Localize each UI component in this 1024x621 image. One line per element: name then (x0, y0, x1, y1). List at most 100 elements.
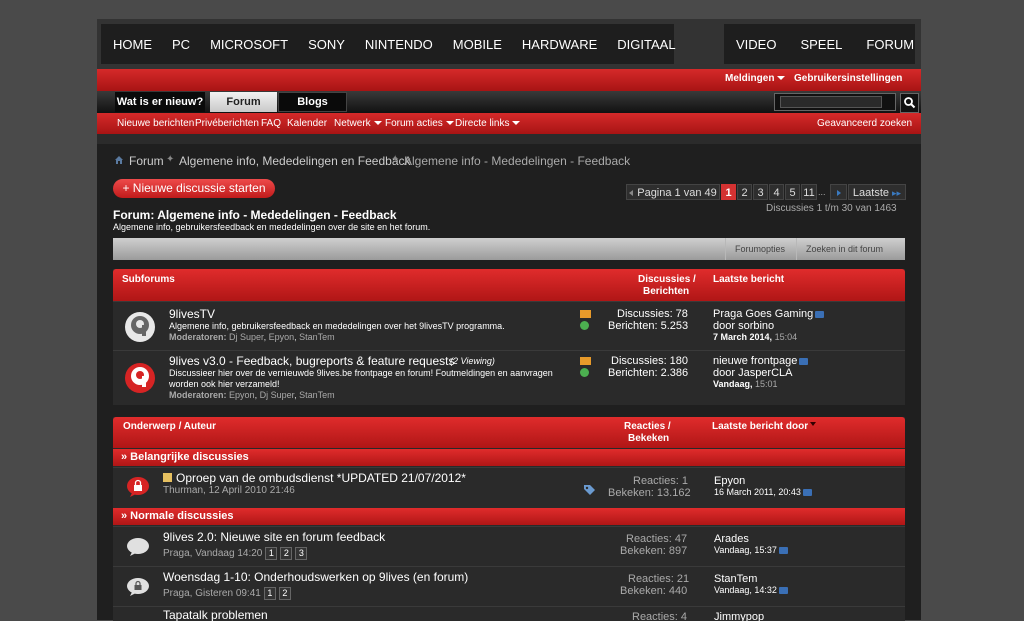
thread-row: Oproep van de ombudsdienst *UPDATED 21/0… (113, 467, 905, 506)
nav-speel[interactable]: SPEEL (788, 37, 854, 52)
breadcrumb-category[interactable]: Algemene info, Mededelingen en Feedback (179, 154, 411, 168)
nav-sony[interactable]: SONY (296, 37, 353, 52)
menu-forum-actions[interactable]: Forum acties (385, 118, 454, 129)
subforum-title-link[interactable]: 9lives v3.0 - Feedback, bugreports & fea… (169, 354, 455, 368)
subforum-row: 9lives v3.0 - Feedback, bugreports & fea… (113, 350, 905, 405)
forum-sub-nav: Nieuwe berichten Privéberichten FAQ Kale… (97, 113, 921, 134)
link-advanced-search[interactable]: Geavanceerd zoeken (817, 118, 912, 129)
settings-link[interactable]: Gebruikersinstellingen (794, 73, 902, 84)
thread-title-link[interactable]: Tapatalk problemen (163, 608, 268, 621)
thread-page-link[interactable]: 1 (265, 547, 278, 560)
link-calendar[interactable]: Kalender (287, 118, 327, 129)
thread-page-link[interactable]: 3 (295, 547, 308, 560)
subforum-row: 9livesTV Algemene info, gebruikersfeedba… (113, 301, 905, 350)
link-faq[interactable]: FAQ (261, 118, 281, 129)
nav-video[interactable]: VIDEO (724, 37, 788, 52)
rss-icon[interactable] (580, 310, 591, 318)
tab-whats-new[interactable]: Wat is er nieuw? (115, 92, 205, 112)
last-post-user[interactable]: Arades (714, 533, 749, 545)
last-post-user[interactable]: StanTem (714, 573, 757, 585)
subforum-title-link[interactable]: 9livesTV (169, 307, 215, 321)
thread-title-link[interactable]: Woensdag 1-10: Onderhoudswerken op 9live… (163, 570, 468, 584)
nav-hardware[interactable]: HARDWARE (510, 37, 605, 52)
col-last-post-by-label: Laatste bericht door (712, 421, 809, 432)
nav-microsoft[interactable]: MICROSOFT (198, 37, 296, 52)
new-thread-button[interactable]: + Nieuwe discussie starten (113, 179, 275, 198)
subscribe-status-icon[interactable] (580, 368, 589, 377)
search-forum-button[interactable]: Zoeken in dit forum (806, 244, 883, 254)
breadcrumb-separator-icon: ✦ (391, 154, 400, 165)
last-post-time: 15:01 (755, 379, 778, 389)
page-last-button[interactable]: Laatste ▸▸ (848, 184, 906, 200)
page-3[interactable]: 3 (753, 184, 768, 200)
last-post-title[interactable]: Praga Goes Gaming (713, 308, 825, 320)
caret-down-icon (512, 121, 521, 126)
page-4[interactable]: 4 (769, 184, 784, 200)
page-2[interactable]: 2 (737, 184, 752, 200)
caret-down-icon (777, 76, 786, 81)
tab-forum[interactable]: Forum (210, 92, 277, 112)
go-to-post-icon[interactable] (778, 547, 788, 555)
col-topic-author[interactable]: Onderwerp / Auteur (123, 421, 216, 432)
subforums-table: Subforums Discussies / Berichten Laatste… (113, 269, 905, 405)
content-panel: Forum ✦ Algemene info, Mededelingen en F… (97, 144, 921, 621)
last-post-date: Vandaag, 15:37 (714, 545, 788, 555)
last-post-day: 7 March 2014, (713, 332, 773, 342)
moderator-link[interactable]: Epyon (229, 390, 255, 400)
col-replies[interactable]: Reacties / (624, 421, 671, 432)
nav-home[interactable]: HOME (101, 37, 160, 52)
caret-down-icon (445, 121, 454, 126)
thread-meta-text: Praga, Vandaag 14:20 (163, 548, 263, 559)
link-new-posts[interactable]: Nieuwe berichten (117, 118, 194, 129)
subscribe-status-icon[interactable] (580, 321, 589, 330)
thread-page-link[interactable]: 2 (280, 547, 293, 560)
col-last-post-by[interactable]: Laatste bericht door (712, 421, 817, 432)
page-1[interactable]: 1 (721, 184, 736, 200)
go-to-post-icon[interactable] (799, 357, 809, 365)
tag-icon[interactable] (583, 484, 596, 495)
page-11[interactable]: 11 (801, 184, 817, 200)
rss-icon[interactable] (580, 357, 591, 365)
page-5[interactable]: 5 (785, 184, 800, 200)
moderator-link[interactable]: StanTem (299, 332, 335, 342)
thread-replies: Reacties: 21 (628, 573, 690, 585)
last-post-user[interactable]: Epyon (714, 475, 745, 487)
search-box (774, 93, 896, 111)
search-input[interactable] (780, 96, 882, 108)
subforum-discussions: Discussies: 78 (617, 308, 688, 320)
nav-digitaal[interactable]: DIGITAAL (605, 37, 683, 52)
go-to-post-icon[interactable] (815, 310, 825, 318)
col-views[interactable]: Bekeken (628, 433, 669, 444)
forum-status-new-icon (125, 363, 155, 393)
last-post-title[interactable]: nieuwe frontpage (713, 355, 809, 367)
last-post-author[interactable]: door sorbino (713, 320, 774, 332)
col-posts: Berichten (643, 286, 690, 297)
pager-label-text: Pagina 1 van 49 (637, 187, 717, 199)
menu-quick-links[interactable]: Directe links (455, 118, 521, 129)
thread-page-link[interactable]: 2 (278, 587, 291, 600)
forum-options-button[interactable]: Forumopties (735, 244, 785, 254)
nav-forum[interactable]: FORUM (854, 37, 926, 52)
link-private-messages[interactable]: Privéberichten (195, 118, 259, 129)
moderator-link[interactable]: Dj Super (260, 390, 295, 400)
tab-blogs[interactable]: Blogs (278, 92, 347, 112)
home-icon[interactable] (114, 155, 124, 165)
moderator-link[interactable]: Epyon (269, 332, 295, 342)
go-to-post-icon[interactable] (802, 489, 812, 497)
pager-label[interactable]: Pagina 1 van 49 (626, 184, 720, 200)
thread-title-link[interactable]: 9lives 2.0: Nieuwe site en forum feedbac… (163, 530, 385, 544)
thread-page-link[interactable]: 1 (263, 587, 276, 600)
moderator-link[interactable]: StanTem (299, 390, 335, 400)
nav-pc[interactable]: PC (160, 37, 198, 52)
page-next-button[interactable] (830, 184, 847, 200)
last-post-author[interactable]: door JasperCLA (713, 367, 793, 379)
go-to-post-icon[interactable] (778, 587, 788, 595)
search-button[interactable] (900, 93, 919, 113)
moderator-link[interactable]: Dj Super (229, 332, 264, 342)
nav-mobile[interactable]: MOBILE (441, 37, 510, 52)
notifications-menu[interactable]: Meldingen (725, 73, 786, 84)
breadcrumb-forum[interactable]: Forum (129, 154, 164, 168)
nav-nintendo[interactable]: NINTENDO (353, 37, 441, 52)
menu-network[interactable]: Netwerk (334, 118, 382, 129)
thread-title-link[interactable]: Oproep van de ombudsdienst *UPDATED 21/0… (176, 471, 466, 485)
